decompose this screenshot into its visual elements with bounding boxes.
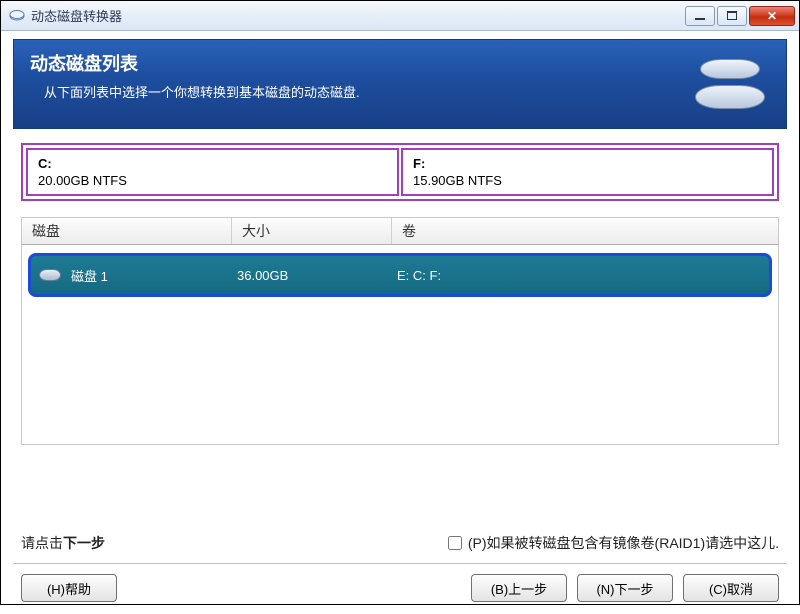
titlebar: 动态磁盘转换器 ✕ (1, 1, 799, 31)
raid1-checkbox-label[interactable]: (P)如果被转磁盘包含有镜像卷(RAID1)请选中这儿. (448, 533, 779, 553)
row-disk-cell: 磁盘 1 (39, 266, 237, 285)
minimize-button[interactable] (685, 6, 715, 26)
maximize-button[interactable] (717, 6, 747, 26)
back-button[interactable]: (B)上一步 (471, 574, 567, 602)
disk-illustration-icon (690, 50, 770, 118)
partition-details: 20.00GB NTFS (38, 173, 387, 188)
col-header-disk[interactable]: 磁盘 (22, 218, 232, 244)
partition-c[interactable]: C: 20.00GB NTFS (26, 148, 399, 196)
table-header: 磁盘 大小 卷 (21, 217, 779, 245)
next-button[interactable]: (N)下一步 (577, 574, 673, 602)
table-body: 磁盘 1 36.00GB E: C: F: (21, 245, 779, 445)
raid1-checkbox[interactable] (448, 536, 462, 550)
col-header-volumes[interactable]: 卷 (392, 218, 778, 244)
window-title: 动态磁盘转换器 (31, 6, 685, 25)
cancel-button[interactable]: (C)取消 (683, 574, 779, 602)
app-icon (9, 8, 25, 24)
table-row[interactable]: 磁盘 1 36.00GB E: C: F: (28, 253, 772, 297)
button-row: (H)帮助 (B)上一步 (N)下一步 (C)取消 (13, 574, 787, 602)
disk-table: 磁盘 大小 卷 磁盘 1 36.00GB E: C: F: (21, 217, 779, 445)
partition-f[interactable]: F: 15.90GB NTFS (401, 148, 774, 196)
row-size-cell: 36.00GB (237, 268, 397, 283)
col-header-size[interactable]: 大小 (232, 218, 392, 244)
partition-drive-label: F: (413, 156, 762, 171)
close-button[interactable]: ✕ (749, 6, 795, 26)
row-volumes-cell: E: C: F: (397, 268, 761, 283)
header-banner: 动态磁盘列表 从下面列表中选择一个你想转换到基本磁盘的动态磁盘. (13, 39, 787, 129)
partition-bar: C: 20.00GB NTFS F: 15.90GB NTFS (21, 143, 779, 201)
partition-drive-label: C: (38, 156, 387, 171)
banner-heading: 动态磁盘列表 (30, 50, 690, 76)
disk-icon (39, 269, 61, 281)
row-disk-name: 磁盘 1 (71, 266, 108, 285)
hint-row: 请点击下一步 (P)如果被转磁盘包含有镜像卷(RAID1)请选中这儿. (13, 529, 787, 564)
hint-text: 请点击下一步 (21, 533, 105, 553)
help-button[interactable]: (H)帮助 (21, 574, 117, 602)
partition-details: 15.90GB NTFS (413, 173, 762, 188)
window-controls: ✕ (685, 6, 795, 26)
banner-subtext: 从下面列表中选择一个你想转换到基本磁盘的动态磁盘. (30, 82, 690, 101)
